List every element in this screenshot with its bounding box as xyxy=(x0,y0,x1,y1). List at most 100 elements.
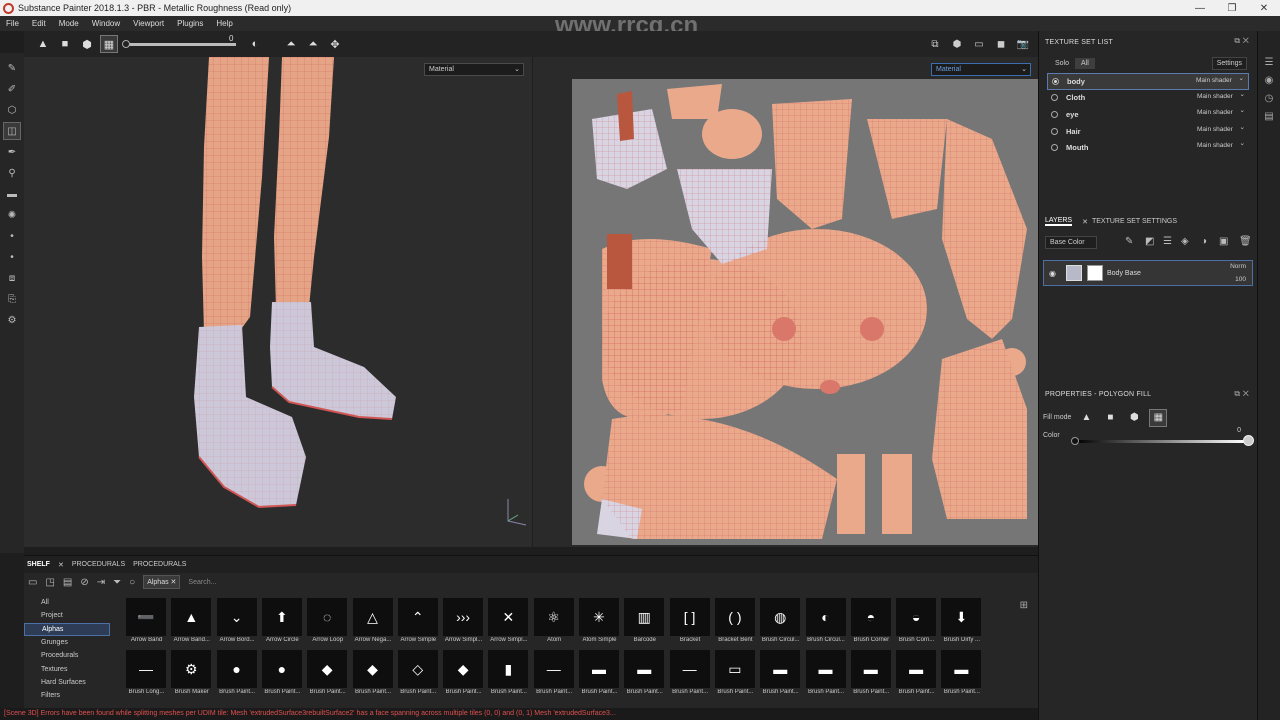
tab-solo[interactable]: Solo xyxy=(1049,58,1075,69)
search-input[interactable]: Search... xyxy=(188,579,368,586)
viewport-2d[interactable]: Material ⌄ xyxy=(533,57,1038,547)
tab-shelf[interactable]: SHELF xyxy=(27,561,50,568)
bake-icon[interactable]: ✺ xyxy=(3,206,21,224)
polygon-fill-tool-icon[interactable]: ◫ xyxy=(3,122,21,140)
mask-thumbnail[interactable] xyxy=(1087,264,1103,281)
uv-mode-icon[interactable]: ▦ xyxy=(1149,408,1168,427)
layers-dock-icon[interactable]: ☰ xyxy=(1265,57,1274,68)
alpha-thumbnail[interactable]: △ Arrow Nega... xyxy=(351,598,396,646)
add-layer-icon[interactable]: ☰ xyxy=(1163,236,1172,247)
category-all[interactable]: All xyxy=(24,596,110,609)
eraser-icon[interactable]: ✐ xyxy=(3,80,21,98)
add-mask-icon[interactable]: ◩ xyxy=(1145,236,1154,247)
category-procedurals[interactable]: Procedurals xyxy=(24,649,110,662)
paint-brush-icon[interactable]: ✎ xyxy=(3,59,21,77)
alpha-thumbnail[interactable]: ▥ Barcode xyxy=(622,598,667,646)
settings-icon[interactable]: ⚙ xyxy=(3,311,21,329)
alpha-thumbnail[interactable]: ▬ Brush Paint... xyxy=(939,650,984,698)
alpha-thumbnail[interactable]: ▬ Brush Paint... xyxy=(804,650,849,698)
alpha-thumbnail[interactable]: ● Brush Paint... xyxy=(260,650,305,698)
alpha-thumbnail[interactable]: ➖ Arrow Band xyxy=(124,598,169,646)
tab-close-icon[interactable]: ✕ xyxy=(58,561,64,569)
radio-icon[interactable] xyxy=(1052,77,1059,85)
channel-dropdown[interactable]: Base Color xyxy=(1045,236,1097,250)
smudge-icon[interactable]: ✒ xyxy=(3,143,21,161)
new-icon[interactable]: ◳ xyxy=(45,577,54,588)
texture-set-item-body[interactable]: body Main shader xyxy=(1047,73,1249,90)
tab-procedurals-2[interactable]: PROCEDURALS xyxy=(133,561,186,568)
menu-file[interactable]: File xyxy=(6,19,19,28)
shader-dropdown[interactable]: Main shader xyxy=(1194,74,1246,88)
hide-icon[interactable]: ⊘ xyxy=(80,577,88,588)
blend-mode-dropdown[interactable]: Norm xyxy=(1230,263,1246,270)
alpha-thumbnail[interactable]: ◌ Arrow Loop xyxy=(305,598,350,646)
tab-texture-set-settings[interactable]: TEXTURE SET SETTINGS xyxy=(1092,218,1177,225)
category-alphas[interactable]: Alphas xyxy=(24,622,110,636)
alpha-thumbnail[interactable]: ⌄ Arrow Bord... xyxy=(215,598,260,646)
panel-controls-icon[interactable]: ⧉ ✕ xyxy=(1234,389,1249,399)
alpha-thumbnail[interactable]: ▮ Brush Paint... xyxy=(486,650,531,698)
alpha-thumbnail[interactable]: ◆ Brush Paint... xyxy=(305,650,350,698)
alpha-thumbnail[interactable]: ◆ Brush Paint... xyxy=(351,650,396,698)
2d-view-icon[interactable]: ▭ xyxy=(968,35,990,53)
add-group-icon[interactable]: ◑ xyxy=(1201,236,1207,247)
radio-icon[interactable] xyxy=(1051,110,1058,118)
polygon-fill-icon[interactable]: ■ xyxy=(56,35,74,53)
viewport-3d[interactable]: Material ⌄ xyxy=(24,57,532,547)
mesh-mode-icon[interactable]: ⬢ xyxy=(1125,409,1143,427)
shader-dropdown[interactable]: Main shader xyxy=(1195,106,1247,120)
circle-icon[interactable]: ○ xyxy=(129,577,135,588)
restore-icon[interactable]: ❐ xyxy=(1216,0,1248,16)
menu-plugins[interactable]: Plugins xyxy=(177,19,203,28)
alpha-thumbnail[interactable]: ◓ Brush Corner xyxy=(849,598,894,646)
radio-icon[interactable] xyxy=(1051,94,1058,102)
alpha-thumbnail[interactable]: ▬ Brush Paint... xyxy=(894,650,939,698)
python-icon[interactable]: ⧈ xyxy=(3,269,21,287)
triangle-mode-icon[interactable]: ▲ xyxy=(1077,409,1095,427)
quad-mode-icon[interactable]: ■ xyxy=(1101,409,1119,427)
alpha-thumbnail[interactable]: ( ) Bracket Bent xyxy=(713,598,758,646)
clone-icon[interactable]: ⚲ xyxy=(3,164,21,182)
menu-help[interactable]: Help xyxy=(216,19,232,28)
alpha-thumbnail[interactable]: [ ] Bracket xyxy=(668,598,713,646)
opacity-field[interactable]: 100 xyxy=(1235,276,1246,283)
texture-set-item-hair[interactable]: Hair Main shader xyxy=(1047,123,1249,140)
export-icon[interactable]: ⎘ xyxy=(3,290,21,308)
add-effect-icon[interactable]: ✎ xyxy=(1125,236,1133,247)
alpha-thumbnail[interactable]: — Brush Paint... xyxy=(532,650,577,698)
alpha-thumbnail[interactable]: ⬇ Brush Dirty ... xyxy=(939,598,984,646)
alpha-thumbnail[interactable]: ◇ Brush Paint... xyxy=(396,650,441,698)
alpha-thumbnail[interactable]: ▬ Brush Paint... xyxy=(758,650,803,698)
dot-secondary-icon[interactable]: • xyxy=(3,248,21,266)
filter-icon[interactable]: ⏷ xyxy=(113,577,121,588)
radio-icon[interactable] xyxy=(1051,144,1058,152)
viewport-3d-channel-dropdown[interactable]: Material ⌄ xyxy=(424,63,524,76)
slider-knob[interactable] xyxy=(122,39,130,48)
alpha-thumbnail[interactable]: ››› Arrow Simpl... xyxy=(441,598,486,646)
folder-icon[interactable]: ▭ xyxy=(28,577,37,588)
alpha-thumbnail[interactable]: ✳ Atom Simple xyxy=(577,598,622,646)
alpha-thumbnail[interactable]: ▭ Brush Paint... xyxy=(713,650,758,698)
alpha-thumbnail[interactable]: ▬ Brush Paint... xyxy=(849,650,894,698)
category-project[interactable]: Project xyxy=(24,609,110,622)
delete-icon[interactable]: 🗑 xyxy=(1239,236,1252,247)
menu-viewport[interactable]: Viewport xyxy=(133,19,164,28)
settings-dropdown[interactable]: Settings xyxy=(1211,56,1247,70)
mesh-fill-icon[interactable]: ⬢ xyxy=(78,35,96,53)
uv-fill-icon[interactable]: ▦ xyxy=(100,35,118,53)
alpha-thumbnail[interactable]: ▬ Brush Paint... xyxy=(622,650,667,698)
color-swatch[interactable] xyxy=(1243,434,1254,446)
visibility-icon[interactable]: ◉ xyxy=(1049,269,1056,278)
tab-layers[interactable]: LAYERS xyxy=(1045,217,1073,227)
mirror-icon[interactable]: ⏶ xyxy=(282,35,300,53)
viewport-2d-channel-dropdown[interactable]: Material ⌄ xyxy=(931,63,1031,76)
alpha-thumbnail[interactable]: ▬ Brush Paint... xyxy=(577,650,622,698)
grid-view-icon[interactable]: ⊞ xyxy=(1020,600,1028,611)
color-slider[interactable] xyxy=(1075,439,1245,443)
tab-procedurals[interactable]: PROCEDURALS xyxy=(72,561,125,568)
alpha-thumbnail[interactable]: ⌃ Arrow Simple xyxy=(396,598,441,646)
alpha-thumbnail[interactable]: ▲ Arrow Band... xyxy=(169,598,214,646)
close-icon[interactable]: ✕ xyxy=(1248,0,1280,16)
symmetry-slider[interactable] xyxy=(122,39,236,48)
projection-icon[interactable]: ⬡ xyxy=(3,101,21,119)
